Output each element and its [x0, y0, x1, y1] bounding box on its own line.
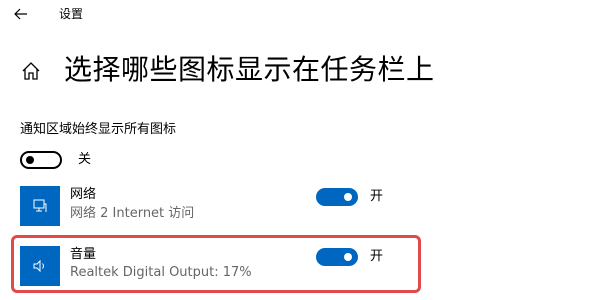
- highlight-box: [11, 235, 421, 293]
- home-icon[interactable]: [20, 60, 42, 82]
- always-show-label: 通知区域始终显示所有图标: [20, 122, 177, 137]
- toggle-knob: [344, 193, 352, 201]
- app-title: 设置: [59, 7, 84, 21]
- page-title: 选择哪些图标显示在任务栏上: [64, 53, 435, 86]
- network-toggle[interactable]: [316, 188, 358, 206]
- toggle-knob: [26, 156, 34, 164]
- always-show-toggle[interactable]: [20, 151, 62, 169]
- network-toggle-state: 开: [370, 189, 384, 204]
- always-show-state: 关: [78, 152, 92, 167]
- title-bar: 设置: [0, 0, 600, 30]
- back-arrow-icon: [14, 8, 27, 20]
- back-button[interactable]: [8, 3, 34, 25]
- network-icon: [33, 199, 47, 212]
- network-app-subtitle: 网络 2 Internet 访问: [70, 206, 195, 221]
- network-app-tile: [20, 186, 60, 226]
- network-app-name: 网络: [70, 187, 97, 202]
